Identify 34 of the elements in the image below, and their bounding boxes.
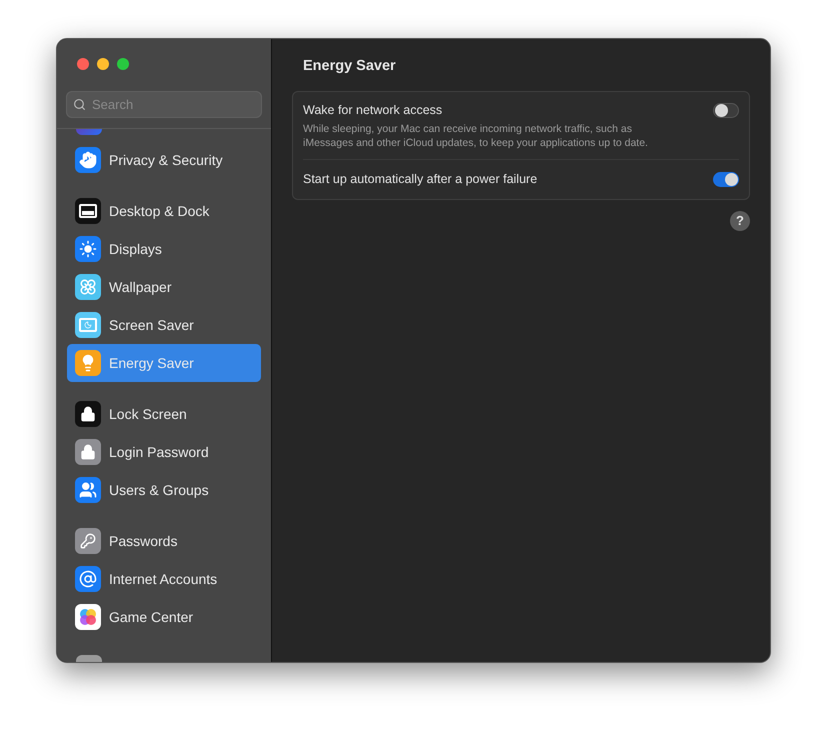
setting-description: While sleeping, your Mac can receive incoming network traffic, such as iMessages and other iCloud updates, to keep your applications up to date. <box>303 122 649 150</box>
key-icon <box>75 528 101 554</box>
sidebar-item[interactable]: Desktop & Dock <box>67 192 261 230</box>
setting-label: Start up automatically after a power failure <box>303 170 538 188</box>
toggle-switch[interactable] <box>713 103 739 118</box>
sidebar-item[interactable]: Wallpaper <box>67 268 261 306</box>
sidebar-item[interactable]: Login Password <box>67 433 261 471</box>
lightbulb-icon <box>75 350 101 376</box>
setting-label: Wake for network access <box>303 102 444 119</box>
zoom-button[interactable] <box>117 58 129 70</box>
help-button[interactable]: ? <box>730 210 750 230</box>
lock-icon <box>75 439 101 465</box>
close-button[interactable] <box>77 58 89 70</box>
flower-icon <box>75 274 101 300</box>
sidebar-item[interactable]: Lock Screen <box>67 395 261 433</box>
sidebar-item[interactable]: Displays <box>67 230 261 268</box>
hand-icon <box>75 147 101 173</box>
sidebar-item[interactable]: Privacy & Security <box>67 141 261 179</box>
colored-circles-icon <box>75 604 101 630</box>
desktop-icon <box>75 198 101 224</box>
sidebar-item[interactable]: Passwords <box>67 522 261 560</box>
search-icon <box>73 98 86 111</box>
users-icon <box>75 477 101 503</box>
screen-moon-icon <box>75 312 101 338</box>
sidebar-item[interactable]: Game Center <box>67 598 261 636</box>
page-title: Energy Saver <box>302 57 397 76</box>
toggle-switch[interactable] <box>713 172 739 187</box>
lock-icon <box>75 401 101 427</box>
sun-icon <box>75 236 101 262</box>
at-sign-icon <box>75 566 101 592</box>
sidebar-item[interactable]: Users & Groups <box>67 471 261 509</box>
sidebar-item[interactable]: Screen Saver <box>67 306 261 344</box>
sidebar-item[interactable]: Internet Accounts <box>67 560 261 598</box>
minimize-button[interactable] <box>97 58 109 70</box>
